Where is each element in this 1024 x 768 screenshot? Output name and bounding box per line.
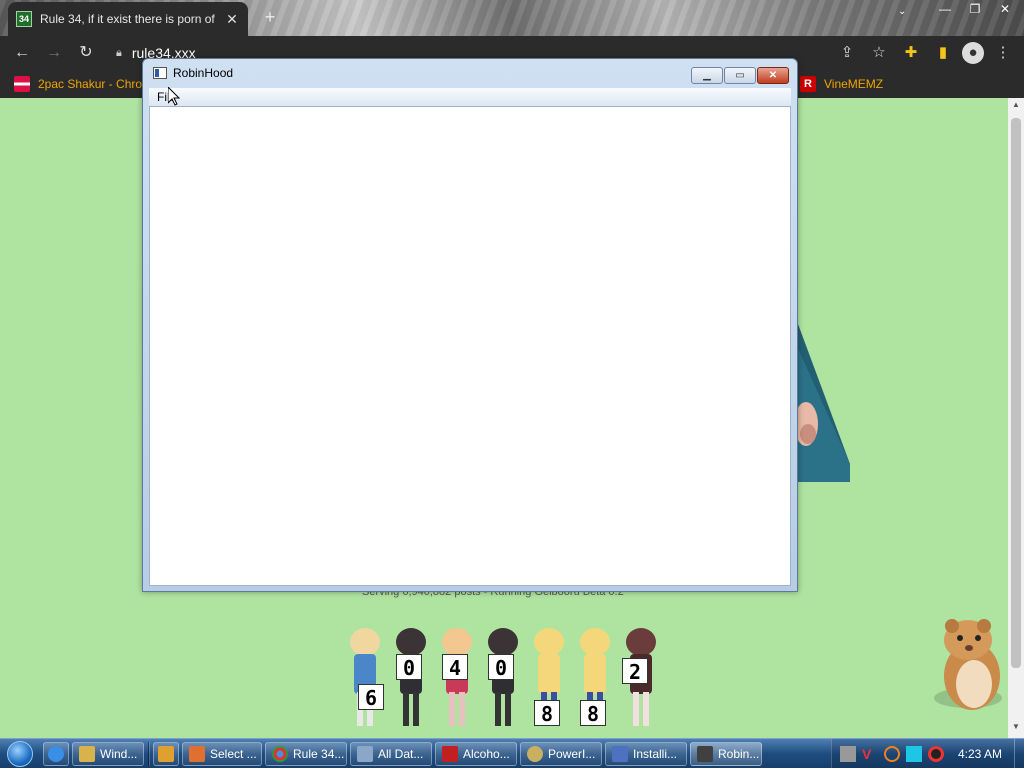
window-title: RobinHood [173,66,234,80]
close-button[interactable]: ✕ [757,67,789,84]
hamster-image [934,619,1002,710]
robinhood-app-icon [697,745,713,762]
display-icon[interactable] [905,746,922,762]
tab-close-icon[interactable]: ✕ [224,11,240,28]
counter-digit: 4 [436,628,478,728]
scrollbar-thumb[interactable] [1011,118,1021,668]
tab-search-icon[interactable]: ⌄ [898,6,906,17]
tab-title: Rule 34, if it exist there is porn of [40,12,215,26]
counter-digit-label: 8 [580,700,606,726]
window-client-area[interactable] [149,106,791,586]
counter-digit: 8 [574,628,616,728]
tab-favicon: 34 [16,11,32,27]
bookmark-label: VineMEMZ [824,77,884,91]
counter-digit-label: 4 [442,654,468,680]
alcohol-app-icon [442,745,458,762]
browser-tabstrip: 34 Rule 34, if it exist there is porn of… [0,0,1024,36]
lock-icon[interactable]: 🔒︎ [116,47,122,60]
taskbar-item[interactable]: Installi... [605,741,687,766]
robinhood-window: RobinHood ▁ ▭ ✕ File [142,58,798,592]
minimize-icon[interactable]: — [930,0,960,18]
page-banner-fragment [796,324,850,482]
post-counter: 6 0 4 0 8 8 2 [344,628,664,732]
taskbar-item[interactable]: All Dat... [350,741,432,766]
app-window-icon [153,67,167,79]
forward-icon[interactable]: → [38,39,70,67]
installer-icon [612,745,628,762]
bookmark-star-icon[interactable]: ☆ [866,40,892,66]
counter-digit: 0 [482,628,524,728]
internet-explorer-icon [48,745,64,762]
maximize-button[interactable]: ▭ [724,67,756,84]
extensions-icon[interactable]: ✚ [898,40,924,66]
network-icon[interactable] [839,746,856,762]
r-logo-icon: R [800,76,816,92]
taskbar-item-label: Select ... [210,746,257,761]
taskbar-item-label: Installi... [633,746,678,761]
side-panel-icon[interactable]: ▮ [930,40,956,66]
bookmark-favicon-icon [14,76,30,92]
counter-digit: 0 [390,628,432,728]
taskbar-item-label: All Dat... [378,746,424,761]
search-icon[interactable] [883,746,900,762]
bookmark-item[interactable]: R VineMEMZ [800,76,883,92]
browser-tab[interactable]: 34 Rule 34, if it exist there is porn of… [8,2,248,36]
clock[interactable]: 4:23 AM [958,747,1002,761]
taskbar-item[interactable]: Wind... [72,741,144,766]
app-icon [189,745,205,762]
menu-bar: File [149,88,791,106]
taskbar-item[interactable]: Alcoho... [435,741,517,766]
taskbar-item-label: Rule 34... [293,746,345,761]
taskbar-item-label: Alcoho... [463,746,510,761]
chrome-icon [272,745,288,762]
folder-icon [79,745,95,762]
mouse-cursor-icon [168,87,180,106]
counter-digit-label: 6 [358,684,384,710]
taskbar-item[interactable]: Select ... [182,741,262,766]
page-scrollbar[interactable]: ▲ ▼ [1008,98,1024,738]
taskbar-item-label: Robin... [718,746,760,761]
taskbar-item[interactable] [153,741,179,766]
profile-avatar[interactable]: ● [962,42,984,64]
taskbar-separator [148,741,150,766]
back-icon[interactable]: ← [6,39,38,67]
menu-kebab-icon[interactable]: ⋮ [990,40,1016,66]
taskbar-item[interactable]: Rule 34... [265,741,347,766]
start-button[interactable] [0,739,40,768]
window-icon [357,745,373,762]
counter-digit-label: 0 [396,654,422,680]
counter-digit-label: 0 [488,654,514,680]
browser-window-controls: — ❐ ✕ [930,0,1020,18]
scroll-up-icon[interactable]: ▲ [1008,100,1024,114]
record-icon[interactable] [927,746,944,762]
taskbar-item-label: Wind... [100,746,138,761]
disc-icon [527,745,543,762]
scroll-down-icon[interactable]: ▼ [1008,722,1024,736]
share-icon[interactable]: ⇪ [834,40,860,66]
system-tray: V 4:23 AM [830,739,1024,768]
restore-icon[interactable]: ❐ [960,0,990,18]
windows-logo-icon [7,740,33,767]
taskbar-item-label: PowerI... [548,746,596,761]
ie-quicklaunch[interactable] [43,741,69,766]
bookmark-label: 2pac Shakur - Chro... [38,77,153,91]
counter-digit-label: 2 [622,658,648,684]
bookmark-item[interactable]: 2pac Shakur - Chro... [0,76,152,92]
minimize-button[interactable]: ▁ [691,67,723,84]
v-app-icon[interactable]: V [862,746,878,762]
new-tab-button[interactable]: + [259,6,281,28]
counter-digit-label: 8 [534,700,560,726]
counter-digit: 6 [344,628,386,728]
taskbar-item[interactable]: PowerI... [520,741,602,766]
show-desktop-button[interactable] [1014,739,1024,768]
taskbar: Wind... Select ... Rule 34... All Dat...… [0,738,1024,768]
reload-icon[interactable]: ↻ [70,39,102,67]
taskbar-item[interactable]: Robin... [690,741,762,766]
close-icon[interactable]: ✕ [990,0,1020,18]
counter-digit: 8 [528,628,570,728]
media-player-icon [158,745,174,762]
counter-digit: 2 [620,628,662,728]
